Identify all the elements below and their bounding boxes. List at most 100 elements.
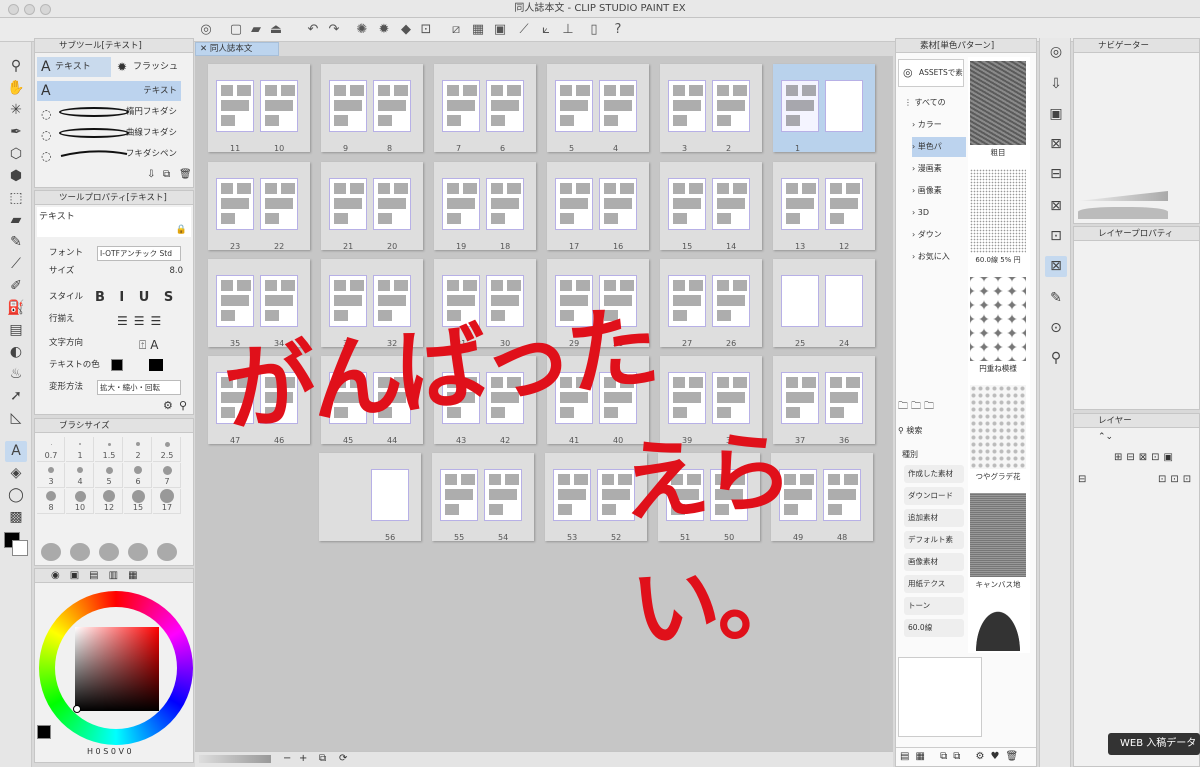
subtool-item-ellipse-balloon[interactable]: ◌ 楕円フキダシ bbox=[37, 102, 181, 122]
brush-size-cell[interactable]: 1 bbox=[66, 437, 94, 462]
page-thumbnail[interactable] bbox=[486, 80, 524, 132]
page-thumbnail[interactable] bbox=[599, 178, 637, 230]
zoom-tool-icon[interactable]: ⚲ bbox=[5, 56, 27, 77]
page-thumbnail[interactable] bbox=[555, 178, 593, 230]
rotate-icon[interactable]: ⟳ bbox=[339, 753, 347, 764]
page-spread[interactable]: 15 14 bbox=[660, 162, 762, 251]
subtool-item-curve-balloon[interactable]: ◌ 曲線フキダシ bbox=[37, 123, 181, 143]
brush-tool-icon[interactable]: ✐ bbox=[5, 276, 27, 297]
close-tab-icon[interactable]: ✕ bbox=[200, 44, 207, 54]
page-thumbnail[interactable] bbox=[825, 80, 863, 132]
eyedropper-tool-icon[interactable]: ⟋ bbox=[5, 254, 27, 275]
color-wheel[interactable] bbox=[37, 589, 193, 759]
page-thumbnail[interactable] bbox=[555, 80, 593, 132]
text-tool-icon[interactable]: A bbox=[5, 441, 27, 462]
page-spread[interactable]: 56 bbox=[319, 453, 421, 542]
page-spread[interactable]: 76 bbox=[434, 64, 536, 153]
page-thumbnail[interactable] bbox=[599, 80, 637, 132]
page-thumbnail[interactable] bbox=[373, 80, 411, 132]
navigator-rotate-slider[interactable] bbox=[1078, 207, 1168, 219]
brush-size-cell[interactable]: 6 bbox=[124, 463, 152, 488]
auto-select-tool-icon[interactable]: ✳ bbox=[5, 100, 27, 121]
save-to-cloud-icon[interactable]: ▣ bbox=[1045, 104, 1067, 125]
page-thumbnail[interactable] bbox=[712, 178, 750, 230]
reject-icon[interactable]: ⊠ bbox=[1045, 134, 1067, 155]
brush-size-large-dot[interactable] bbox=[70, 543, 90, 561]
current-color-swatch[interactable] bbox=[37, 725, 51, 739]
material-filter-button[interactable]: 作成した素材 bbox=[904, 465, 964, 483]
material-tree-item[interactable]: › 画像素 bbox=[912, 181, 966, 201]
material-tree-item[interactable]: › 漫画素 bbox=[912, 159, 966, 179]
fit-icon[interactable]: ⧉ bbox=[319, 753, 326, 764]
material-filter-button[interactable]: 60.0線 bbox=[904, 619, 964, 637]
edit-icon[interactable]: ✎ bbox=[1045, 288, 1067, 309]
brush-size-large-dot[interactable] bbox=[157, 543, 177, 561]
brush-size-cell[interactable]: 3 bbox=[37, 463, 65, 488]
material-filter-button[interactable]: ダウンロード bbox=[904, 487, 964, 505]
3d-object-icon[interactable]: ⬢ bbox=[5, 166, 27, 187]
object-tool-icon[interactable]: ⬡ bbox=[5, 144, 27, 165]
material-filter-button[interactable]: デフォルト素 bbox=[904, 531, 964, 549]
brush-size-cell[interactable]: 17 bbox=[153, 489, 181, 514]
delete-subtool-icon[interactable]: 🗑 bbox=[179, 169, 192, 180]
operation-tool-icon[interactable]: ➚ bbox=[5, 386, 27, 407]
ruler-tool-icon[interactable]: ◺ bbox=[5, 408, 27, 429]
layer-list-icon[interactable]: ⊟ bbox=[1078, 474, 1086, 485]
snap-special-ruler-icon[interactable]: ⟀ bbox=[536, 21, 556, 39]
page-spread[interactable]: 11 10 bbox=[208, 64, 310, 153]
zoom-slider[interactable] bbox=[199, 755, 271, 763]
figure-icon[interactable]: ⚲ bbox=[1045, 348, 1067, 369]
page-spread[interactable]: 54 bbox=[547, 64, 649, 153]
page-thumbnail[interactable] bbox=[825, 178, 863, 230]
blend-mode-select[interactable]: ⌃⌄ bbox=[1098, 432, 1113, 442]
balloon-tool-icon[interactable]: ◯ bbox=[5, 485, 27, 506]
material-tree-item[interactable]: › 単色パ bbox=[912, 137, 966, 157]
page-thumbnail[interactable] bbox=[712, 80, 750, 132]
brush-size-cell[interactable]: 8 bbox=[37, 489, 65, 514]
smudge-tool-icon[interactable]: ♨ bbox=[5, 364, 27, 385]
sub-color-swatch[interactable] bbox=[12, 540, 28, 556]
material-toolbar-icons[interactable]: ▤▦ ⧉⧉ ⚙♥🗑 bbox=[896, 747, 1036, 765]
saturation-value-square[interactable] bbox=[75, 627, 159, 711]
material-tree-item[interactable]: › カラー bbox=[912, 115, 966, 135]
split-icon[interactable]: ⊡ bbox=[1045, 226, 1067, 247]
invert-selection-icon[interactable]: ▦ bbox=[468, 21, 488, 39]
subtool-item-text[interactable]: A テキスト bbox=[37, 81, 181, 101]
tab-text[interactable]: A テキスト bbox=[37, 57, 111, 77]
material-thumb-3[interactable] bbox=[970, 385, 1026, 469]
material-filter-button[interactable]: トーン bbox=[904, 597, 964, 615]
material-tree-item[interactable]: › お気に入 bbox=[912, 247, 966, 267]
transform-select[interactable]: 拡大・縮小・回転 bbox=[97, 380, 181, 395]
material-thumb-2[interactable] bbox=[970, 277, 1026, 361]
copy-subtool-icon[interactable]: ⇩ bbox=[147, 169, 155, 180]
zoom-in-icon[interactable]: + bbox=[299, 753, 307, 764]
settings-icon[interactable]: ⚙ bbox=[163, 399, 173, 412]
brush-size-cell[interactable]: 2.5 bbox=[153, 437, 181, 462]
material-thumb-5[interactable] bbox=[970, 601, 1026, 651]
page-spread[interactable]: 13 12 bbox=[773, 162, 875, 251]
page-thumbnail[interactable] bbox=[329, 178, 367, 230]
direction-buttons-icon[interactable]: ⍐A bbox=[139, 335, 162, 355]
font-select[interactable]: I-OTFアンチック Std bbox=[97, 246, 181, 261]
navigator-icon[interactable]: ◎ bbox=[1045, 42, 1067, 63]
camera-icon[interactable]: ⊙ bbox=[1045, 318, 1067, 339]
page-thumbnail[interactable] bbox=[260, 178, 298, 230]
clip-studio-icon[interactable]: ◎ bbox=[196, 21, 216, 39]
page-thumbnail[interactable] bbox=[668, 80, 706, 132]
brush-size-large-dot[interactable] bbox=[128, 543, 148, 561]
search-row[interactable]: ⚲ 検索 bbox=[898, 423, 964, 439]
search-icon[interactable]: ⚲ bbox=[179, 399, 187, 412]
document-tab[interactable]: ✕ 同人誌本文 bbox=[195, 42, 279, 56]
page-thumbnail[interactable] bbox=[373, 178, 411, 230]
close-window-button[interactable] bbox=[8, 4, 19, 15]
page-thumbnail[interactable] bbox=[260, 80, 298, 132]
blend-tool-icon[interactable]: ◐ bbox=[5, 342, 27, 363]
duplicate-subtool-icon[interactable]: ⧉ bbox=[163, 169, 170, 180]
brush-size-cell[interactable]: 0.7 bbox=[37, 437, 65, 462]
brush-size-large-dot[interactable] bbox=[41, 543, 61, 561]
lock-icon[interactable]: 🔒 bbox=[176, 225, 187, 235]
size-value[interactable]: 8.0 bbox=[169, 261, 183, 281]
page-spread[interactable]: 21 20 bbox=[321, 162, 423, 251]
page-spread[interactable]: 23 22 bbox=[208, 162, 310, 251]
text-color-fill[interactable] bbox=[149, 359, 163, 371]
